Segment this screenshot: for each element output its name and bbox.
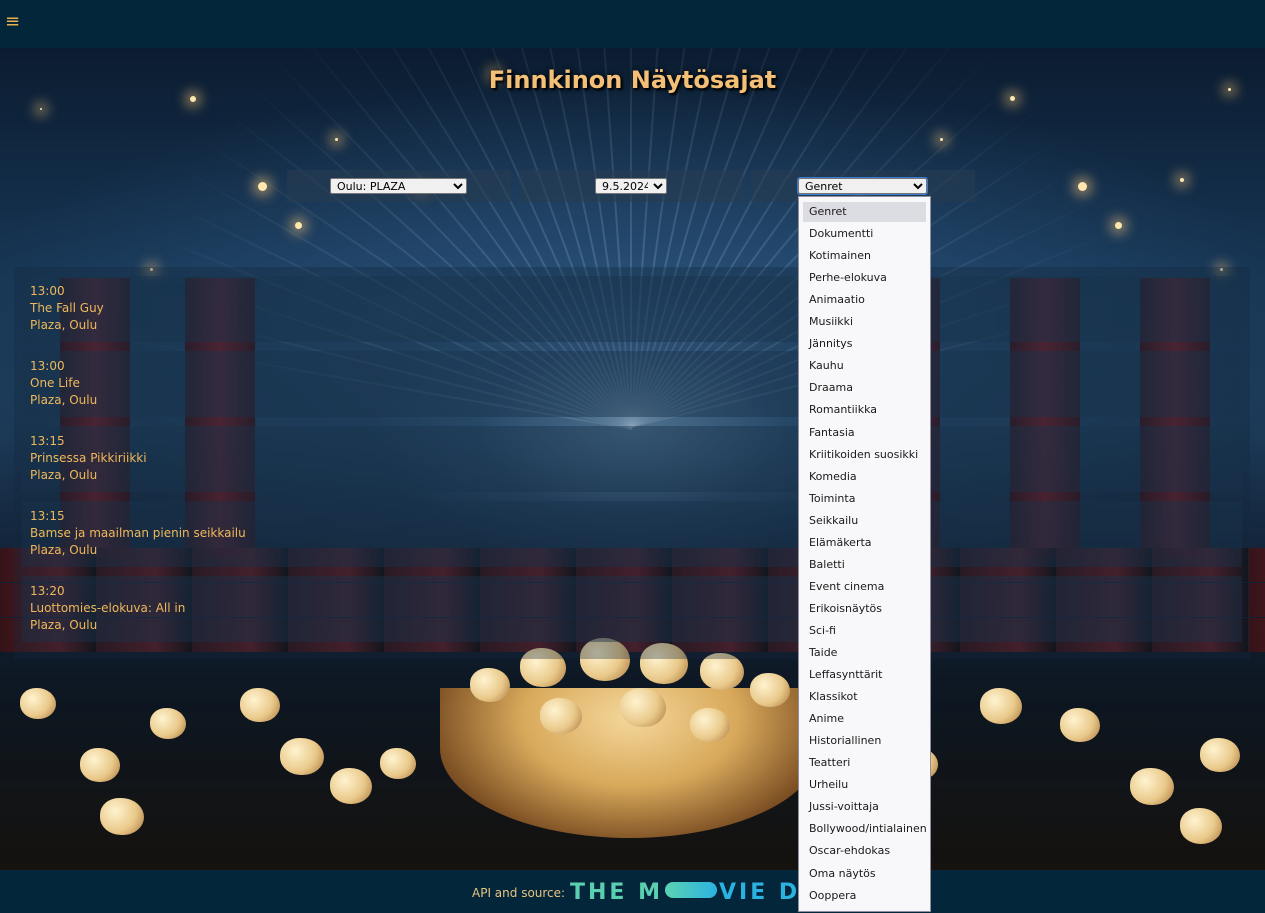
genre-option[interactable]: Leffasynttärit (803, 665, 926, 685)
showtime-movie-title: Luottomies-elokuva: All in (30, 601, 186, 615)
tmdb-logo-link[interactable]: THE M VIE DB (570, 880, 820, 905)
date-filter-box: 9.5.2024 (519, 170, 743, 202)
genre-option[interactable]: Toiminta (803, 489, 926, 509)
showtime-movie-title: One Life (30, 376, 80, 390)
popcorn-kernel (240, 688, 280, 722)
showtime-movie-title: Prinsessa Pikkiriikki (30, 451, 147, 465)
star-light (1078, 182, 1087, 191)
genre-option[interactable]: Perhe-elokuva (803, 268, 926, 288)
showtime-time: 13:00 (30, 284, 65, 298)
showtime-theater: Plaza, Oulu (30, 468, 98, 482)
showtime-theater: Plaza, Oulu (30, 318, 98, 332)
genre-option[interactable]: Ooppera (803, 886, 926, 906)
theater-select[interactable]: Oulu: PLAZA (330, 178, 467, 194)
popcorn-kernel (330, 768, 372, 804)
genre-option[interactable]: Bollywood/intialainen (803, 819, 927, 839)
star-light (190, 96, 196, 102)
genre-option[interactable]: Oscar-ehdokas (803, 841, 926, 861)
star-light (295, 222, 302, 229)
showtime-theater: Plaza, Oulu (30, 618, 98, 632)
popcorn-kernel (150, 708, 186, 739)
genre-option[interactable]: Teatteri (803, 753, 926, 773)
theater-filter-box: Oulu: PLAZA (287, 170, 511, 202)
genre-option[interactable]: Genret (803, 202, 926, 222)
popcorn-kernel (470, 668, 510, 702)
genre-option[interactable]: Kotimainen (803, 246, 926, 266)
showtime-theater: Plaza, Oulu (30, 543, 98, 557)
popcorn-kernel (540, 698, 582, 734)
showtime-time: 13:20 (30, 584, 65, 598)
genre-option[interactable]: Draama (803, 378, 926, 398)
genre-option[interactable]: Klassikot (803, 687, 926, 707)
showtime-theater: Plaza, Oulu (30, 393, 98, 407)
popcorn-kernel (20, 688, 56, 719)
footer: API and source: THE M VIE DB (0, 870, 1265, 913)
showtime-movie-title: Bamse ja maailman pienin seikkailu (30, 526, 246, 540)
genre-option[interactable]: Jännitys (803, 334, 926, 354)
popcorn-kernel (1130, 768, 1174, 806)
popcorn-kernel (620, 688, 666, 728)
genre-option[interactable]: Kriitikoiden suosikki (803, 445, 926, 465)
genre-option[interactable]: Jussi-voittaja (803, 797, 926, 817)
showtime-movie-title: The Fall Guy (30, 301, 104, 315)
popcorn-kernel (100, 798, 144, 836)
star-light (1180, 178, 1184, 182)
popcorn-kernel (750, 673, 790, 707)
genre-option[interactable]: Taide (803, 643, 926, 663)
genre-option[interactable]: Musiikki (803, 312, 926, 332)
popcorn-kernel (1200, 738, 1240, 772)
star-light (1115, 222, 1122, 229)
showtime-time: 13:15 (30, 509, 65, 523)
genre-option[interactable]: Sci-fi (803, 621, 926, 641)
star-light (940, 138, 943, 141)
genre-option[interactable]: Animaatio (803, 290, 926, 310)
tmdb-logo-left: THE M (570, 880, 663, 905)
showtime-time: 13:15 (30, 434, 65, 448)
genre-option[interactable]: Erikoisnäytös (803, 599, 926, 619)
showtime-card[interactable]: 13:00 One Life Plaza, Oulu (22, 351, 1242, 417)
hamburger-menu-icon[interactable]: ≡ (5, 12, 20, 32)
star-light (335, 138, 338, 141)
popcorn-kernel (980, 688, 1022, 724)
genre-option[interactable]: Komedia (803, 467, 926, 487)
showtime-card[interactable]: 13:15 Bamse ja maailman pienin seikkailu P… (22, 501, 1242, 567)
popcorn-kernel (1060, 708, 1100, 742)
popcorn-kernel (280, 738, 324, 776)
api-source-label: API and source: (472, 886, 566, 900)
genre-option[interactable]: Anime (803, 709, 926, 729)
genre-option[interactable]: Event cinema (803, 577, 926, 597)
star-light (40, 108, 42, 110)
genre-option[interactable]: Romantiikka (803, 400, 926, 420)
showtime-card[interactable]: 13:00 The Fall Guy Plaza, Oulu (22, 276, 1242, 342)
genre-dropdown-list[interactable]: Genret Dokumentti Kotimainen Perhe-elokuva A… (798, 196, 931, 912)
popcorn-kernel (1180, 808, 1222, 844)
genre-option[interactable]: Oma näytös (803, 864, 926, 884)
showtime-card[interactable]: 13:20 Luottomies-elokuva: All in Plaza, Ou… (22, 576, 1242, 642)
star-light (258, 182, 267, 191)
genre-option[interactable]: Seikkailu (803, 511, 926, 531)
genre-option[interactable]: Historiallinen (803, 731, 926, 751)
showtime-time: 13:00 (30, 359, 65, 373)
genre-option[interactable]: Dokumentti (803, 224, 926, 244)
genre-option[interactable]: Baletti (803, 555, 926, 575)
popcorn-kernel (380, 748, 416, 779)
genre-option[interactable]: Elämäkerta (803, 533, 926, 553)
genre-option[interactable]: Urheilu (803, 775, 926, 795)
genre-option[interactable]: Fantasia (803, 423, 926, 443)
top-navbar: ≡ (0, 0, 1265, 48)
genre-select[interactable]: Genret (797, 177, 928, 195)
genre-option[interactable]: Kauhu (803, 356, 926, 376)
star-light (1010, 96, 1015, 101)
popcorn-kernel (690, 708, 730, 742)
tmdb-pill-icon (665, 882, 717, 898)
popcorn-kernel (80, 748, 120, 782)
page-title: Finnkinon Näytösajat (488, 66, 777, 94)
showtime-card[interactable]: 13:15 Prinsessa Pikkiriikki Plaza, Oulu (22, 426, 1242, 492)
date-select[interactable]: 9.5.2024 (595, 178, 667, 194)
